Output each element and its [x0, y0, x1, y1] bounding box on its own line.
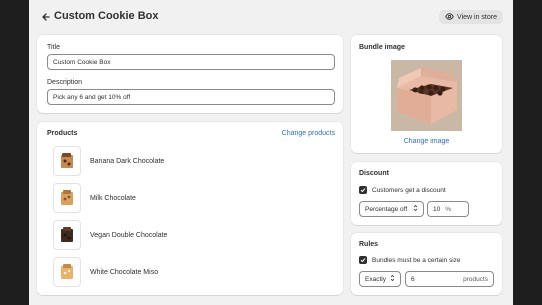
page-header: Custom Cookie Box View in store	[41, 9, 503, 25]
product-row[interactable]: Vegan Double Chocolate	[53, 220, 167, 250]
products-card: Products Change products Banana Dark Cho…	[37, 122, 343, 295]
product-name: Milk Chocolate	[90, 194, 136, 202]
change-image-link[interactable]: Change image	[351, 138, 502, 145]
discount-checkbox-label: Customers get a discount	[372, 186, 446, 194]
discount-amount-input[interactable]: 10 %	[427, 201, 469, 217]
discount-card: Discount Customers get a discount Percen…	[351, 162, 502, 225]
product-thumbnail	[53, 183, 81, 213]
view-in-store-label: View in store	[457, 13, 497, 21]
rules-count-input[interactable]: 6 products	[405, 271, 494, 287]
rules-count-suffix: products	[463, 275, 488, 283]
discount-amount-suffix: %	[445, 205, 452, 213]
product-thumbnail	[53, 220, 81, 250]
bundle-image	[391, 60, 462, 131]
change-products-link[interactable]: Change products	[282, 130, 335, 137]
discount-heading: Discount	[359, 170, 389, 177]
page-title: Custom Cookie Box	[54, 10, 159, 22]
description-label: Description	[47, 79, 83, 86]
product-name: White Chocolate Miso	[90, 268, 159, 276]
rules-checkbox-row[interactable]: Bundles must be a certain size	[359, 256, 461, 264]
bundle-image-card: Bundle image Change image	[351, 35, 502, 153]
rules-checkbox-label: Bundles must be a certain size	[372, 256, 461, 264]
eye-icon	[445, 12, 454, 22]
product-row[interactable]: Milk Chocolate	[53, 183, 136, 213]
product-thumbnail	[53, 146, 81, 176]
select-chevron-icon	[390, 274, 395, 284]
discount-amount-value: 10	[433, 205, 441, 213]
rules-mode-select[interactable]: Exactly	[359, 271, 401, 287]
product-thumbnail	[53, 257, 81, 287]
product-row[interactable]: White Chocolate Miso	[53, 257, 158, 287]
title-label: Title	[47, 44, 60, 51]
view-in-store-button[interactable]: View in store	[439, 10, 503, 24]
bundle-image-heading: Bundle image	[359, 44, 405, 51]
description-input[interactable]: Pick any 6 and get 10% off	[47, 89, 335, 105]
rules-mode-value: Exactly	[365, 275, 386, 283]
discount-checkbox[interactable]	[359, 186, 367, 194]
rules-card: Rules Bundles must be a certain size Exa…	[351, 233, 502, 295]
product-name: Vegan Double Chocolate	[90, 231, 168, 239]
title-input[interactable]: Custom Cookie Box	[47, 54, 335, 70]
rules-checkbox[interactable]	[359, 256, 367, 264]
discount-type-value: Percentage off	[365, 205, 408, 213]
app-frame: Custom Cookie Box View in store Title Cu…	[29, 0, 513, 305]
rules-count-value: 6	[411, 275, 415, 283]
discount-checkbox-row[interactable]: Customers get a discount	[359, 186, 446, 194]
product-name: Banana Dark Chocolate	[90, 157, 165, 165]
products-heading: Products	[47, 130, 78, 137]
details-card: Title Custom Cookie Box Description Pick…	[37, 35, 343, 113]
discount-type-select[interactable]: Percentage off	[359, 201, 424, 217]
back-arrow-icon[interactable]	[41, 11, 51, 23]
rules-heading: Rules	[359, 241, 379, 248]
select-chevron-icon	[413, 204, 418, 214]
product-row[interactable]: Banana Dark Chocolate	[53, 146, 164, 176]
